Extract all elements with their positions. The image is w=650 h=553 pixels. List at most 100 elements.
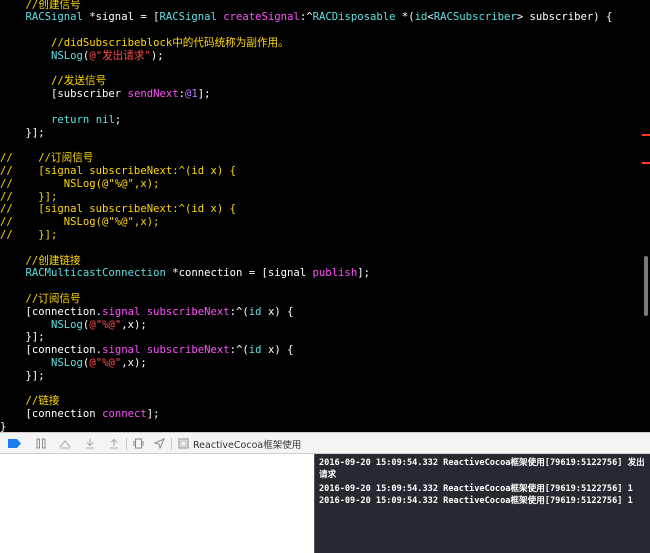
code-token: [connection. xyxy=(0,305,103,318)
code-token: NSLog xyxy=(51,49,83,62)
code-token: x) { xyxy=(261,344,294,357)
code-token: //发送信号 xyxy=(51,75,107,88)
code-editor[interactable]: //创建信号 RACSignal *signal = [RACSignal cr… xyxy=(0,0,650,432)
code-token: ,x); xyxy=(121,318,147,331)
step-over-icon[interactable] xyxy=(57,436,72,451)
code-line[interactable]: //创建链接 xyxy=(0,255,81,268)
code-token: // }]; xyxy=(0,228,58,241)
code-token: publish xyxy=(312,267,358,280)
code-line[interactable]: // //订阅信号 xyxy=(0,152,93,165)
code-line[interactable]: // [signal subscribeNext:^(id x) { xyxy=(0,165,236,178)
editor-scrollbar[interactable] xyxy=(644,256,648,316)
code-line[interactable]: // NSLog(@"%@",x); xyxy=(0,216,159,229)
code-line[interactable]: RACMulticastConnection *connection = [si… xyxy=(0,267,370,280)
code-token: ; xyxy=(114,113,122,126)
code-line[interactable]: //订阅信号 xyxy=(0,293,81,306)
code-token: //didSubscribeblock中的代码统称为副作用。 xyxy=(51,36,289,49)
code-token: //订阅信号 xyxy=(25,292,81,305)
step-out-icon[interactable] xyxy=(106,436,121,451)
code-line[interactable]: [connection.signal subscribeNext:^(id x)… xyxy=(0,344,294,357)
code-token: // }]; xyxy=(0,190,58,203)
console-line: 2016-09-20 15:09:54.332 ReactiveCocoa框架使… xyxy=(319,484,633,494)
code-token: // [signal subscribeNext:^(id x) { xyxy=(0,164,236,177)
code-token: RACMulticastConnection xyxy=(25,267,166,280)
code-line[interactable]: NSLog(@"%@",x); xyxy=(0,319,147,332)
code-token: :^( xyxy=(229,344,249,357)
breakpoints-toggle-icon[interactable] xyxy=(7,436,22,451)
code-token: RACSignal xyxy=(159,11,217,24)
code-token: subscribeNext xyxy=(146,305,230,318)
code-token: ,x); xyxy=(121,356,147,369)
code-line[interactable]: NSLog(@"%@",x); xyxy=(0,357,147,370)
code-line[interactable]: return nil; xyxy=(0,114,121,127)
code-token: @"发出请求" xyxy=(89,49,151,62)
code-token: NSLog xyxy=(51,318,83,331)
code-token: // NSLog(@"%@",x); xyxy=(0,216,160,229)
code-token: } xyxy=(0,420,7,432)
code-token: RACDisposable xyxy=(312,11,396,24)
code-token: RACSignal xyxy=(25,11,83,24)
code-line[interactable]: NSLog(@"发出请求"); xyxy=(0,50,164,63)
step-into-icon[interactable] xyxy=(82,436,97,451)
code-line[interactable]: // [signal subscribeNext:^(id x) { xyxy=(0,203,236,216)
debug-bar: ReactiveCocoa框架使用 xyxy=(0,432,650,454)
code-line[interactable]: }]; xyxy=(0,331,45,344)
code-token: *connection = [signal xyxy=(165,267,313,280)
code-token: signal xyxy=(102,305,141,318)
code-token: nil xyxy=(95,113,115,126)
console-output[interactable]: 2016-09-20 15:09:54.332 ReactiveCocoa框架使… xyxy=(314,454,650,553)
console-line: 2016-09-20 15:09:54.332 ReactiveCocoa框架使… xyxy=(319,458,645,480)
console-line: 2016-09-20 15:09:54.332 ReactiveCocoa框架使… xyxy=(319,496,633,506)
code-line[interactable]: // NSLog(@"%@",x); xyxy=(0,178,159,191)
code-token: [connection xyxy=(0,408,103,421)
code-token: :^( xyxy=(229,305,249,318)
code-token: id xyxy=(248,344,262,357)
location-icon[interactable] xyxy=(152,436,167,451)
code-token: // NSLog(@"%@",x); xyxy=(0,177,160,190)
code-line[interactable]: //didSubscribeblock中的代码统称为副作用。 xyxy=(0,37,289,50)
code-token: }]; xyxy=(0,126,45,139)
code-token: //链接 xyxy=(25,395,60,408)
code-line[interactable]: } xyxy=(0,421,6,432)
code-line[interactable]: [subscriber sendNext:@1]; xyxy=(0,88,211,101)
code-token: connect xyxy=(102,408,147,421)
code-line[interactable]: //链接 xyxy=(0,395,60,408)
code-line[interactable]: //创建信号 xyxy=(0,0,81,12)
pause-icon[interactable] xyxy=(33,436,48,451)
code-token: @1 xyxy=(184,88,198,101)
code-token: NSLog xyxy=(51,356,83,369)
code-line[interactable]: [connection.signal subscribeNext:^(id x)… xyxy=(0,305,294,319)
code-token: // [signal subscribeNext:^(id x) { xyxy=(0,203,236,216)
code-line[interactable]: // }]; xyxy=(0,229,57,242)
issue-marker xyxy=(642,162,650,164)
target-icon[interactable] xyxy=(176,436,191,451)
code-token: RACSubscriber xyxy=(433,11,517,24)
code-token: createSignal xyxy=(223,11,300,24)
code-line[interactable]: // }]; xyxy=(0,191,57,204)
view-debugger-icon[interactable] xyxy=(131,436,146,451)
code-line[interactable]: [connection connect]; xyxy=(0,408,160,421)
code-token: ]; xyxy=(357,267,370,280)
variables-view[interactable] xyxy=(0,454,314,553)
code-line[interactable]: //发送信号 xyxy=(0,75,106,88)
code-token: // //订阅信号 xyxy=(0,152,94,165)
code-token: //创建链接 xyxy=(25,254,81,267)
code-token: ); xyxy=(150,49,164,62)
code-line[interactable]: RACSignal *signal = [RACSignal createSig… xyxy=(0,11,613,24)
code-token: *( xyxy=(395,11,415,24)
debug-target-label[interactable]: ReactiveCocoa框架使用 xyxy=(193,437,301,451)
divider xyxy=(171,438,172,450)
code-line[interactable]: }]; xyxy=(0,127,45,140)
code-line[interactable]: }]; xyxy=(0,370,45,383)
code-token: id xyxy=(248,305,262,318)
